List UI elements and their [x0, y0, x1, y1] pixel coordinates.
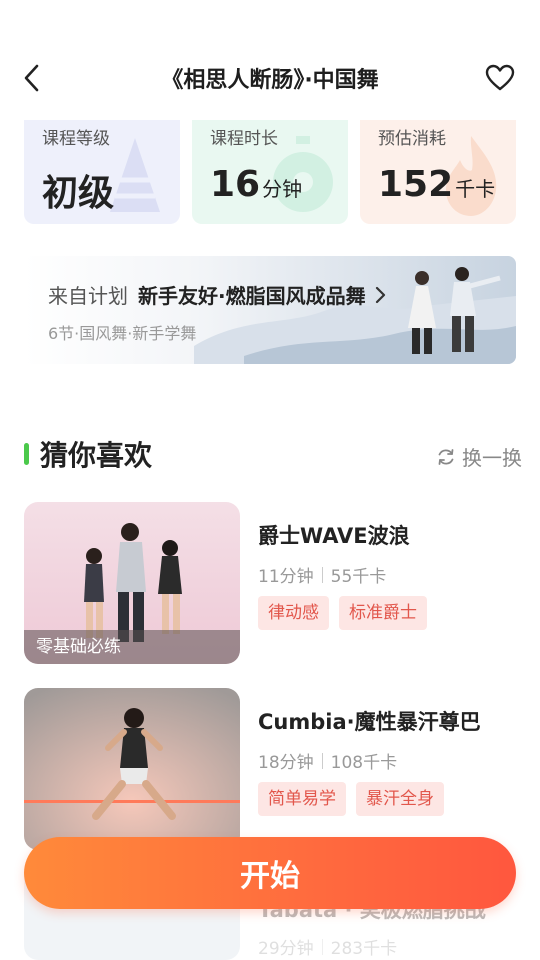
- stat-value: 16 分钟: [210, 164, 303, 205]
- heart-outline-icon: [485, 64, 515, 91]
- back-button[interactable]: [14, 60, 50, 96]
- stat-value: 初级: [42, 173, 115, 214]
- course-duration: 29分钟: [258, 939, 314, 959]
- plan-subtitle: 6节·国风舞·新手学舞: [48, 324, 197, 343]
- course-duration: 11分钟: [258, 567, 314, 587]
- stat-label: 课程等级: [42, 129, 110, 149]
- list-item[interactable]: 零基础必练 爵士WAVE波浪 11分钟 55千卡 律动感 标准爵士: [24, 502, 524, 664]
- meta-divider: [321, 566, 323, 583]
- course-calories: 108千卡: [330, 753, 398, 773]
- section-accent-bar: [24, 443, 29, 465]
- course-duration: 18分钟: [258, 753, 314, 773]
- plan-card[interactable]: 来自计划 新手友好·燃脂国风成品舞 6节·国风舞·新手学舞: [24, 256, 516, 364]
- thumbnail-badge: 零基础必练: [24, 630, 240, 664]
- course-title: 爵士WAVE波浪: [258, 524, 410, 548]
- refresh-button[interactable]: 换一换: [436, 442, 522, 471]
- section-title: 猜你喜欢: [40, 439, 153, 472]
- course-meta: 29分钟 283千卡: [258, 934, 397, 959]
- plan-banner-image: [24, 256, 516, 364]
- stat-card-level: 课程等级 初级: [24, 120, 180, 224]
- stat-card-calorie: 预估消耗 152 千卡: [360, 120, 516, 224]
- page-title: 《相思人断肠》·中国舞: [161, 68, 379, 93]
- tag-chip: 标准爵士: [339, 596, 427, 630]
- course-thumbnail[interactable]: 零基础必练: [24, 502, 240, 664]
- stat-card-duration: 课程时长 16 分钟: [192, 120, 348, 224]
- tag-chip: 简单易学: [258, 782, 346, 816]
- refresh-label: 换一换: [462, 446, 522, 470]
- plan-prefix: 来自计划: [48, 284, 128, 308]
- refresh-icon: [438, 448, 454, 465]
- meta-divider: [321, 938, 323, 955]
- start-button[interactable]: 开始: [24, 837, 516, 909]
- course-stats: 课程等级 初级 课程时长 16 分钟 预估消耗 152 千卡: [24, 120, 516, 224]
- stat-label: 课程时长: [210, 129, 278, 149]
- course-calories: 283千卡: [330, 939, 398, 959]
- course-thumbnail[interactable]: [24, 688, 240, 850]
- stat-label: 预估消耗: [378, 129, 446, 149]
- list-item[interactable]: Cumbia·魔性暴汗尊巴 18分钟 108千卡 简单易学 暴汗全身: [24, 688, 524, 850]
- stat-value: 152 千卡: [378, 164, 496, 205]
- chevron-left-icon: [24, 64, 39, 92]
- course-tags: 律动感 标准爵士: [258, 596, 427, 630]
- plan-title: 来自计划 新手友好·燃脂国风成品舞: [48, 280, 386, 309]
- course-meta: 11分钟 55千卡: [258, 562, 386, 587]
- course-tags: 简单易学 暴汗全身: [258, 782, 444, 816]
- plan-name: 新手友好·燃脂国风成品舞: [138, 284, 366, 308]
- meta-divider: [321, 752, 323, 769]
- top-bar: 《相思人断肠》·中国舞: [0, 50, 540, 106]
- course-title: Cumbia·魔性暴汗尊巴: [258, 710, 481, 734]
- course-calories: 55千卡: [330, 567, 387, 587]
- course-meta: 18分钟 108千卡: [258, 748, 397, 773]
- favorite-button[interactable]: [482, 60, 518, 96]
- tag-chip: 暴汗全身: [356, 782, 444, 816]
- chevron-right-icon: [374, 286, 386, 304]
- tag-chip: 律动感: [258, 596, 329, 630]
- dancer-photo: [24, 688, 240, 850]
- recommend-header: 猜你喜欢 换一换: [24, 434, 522, 474]
